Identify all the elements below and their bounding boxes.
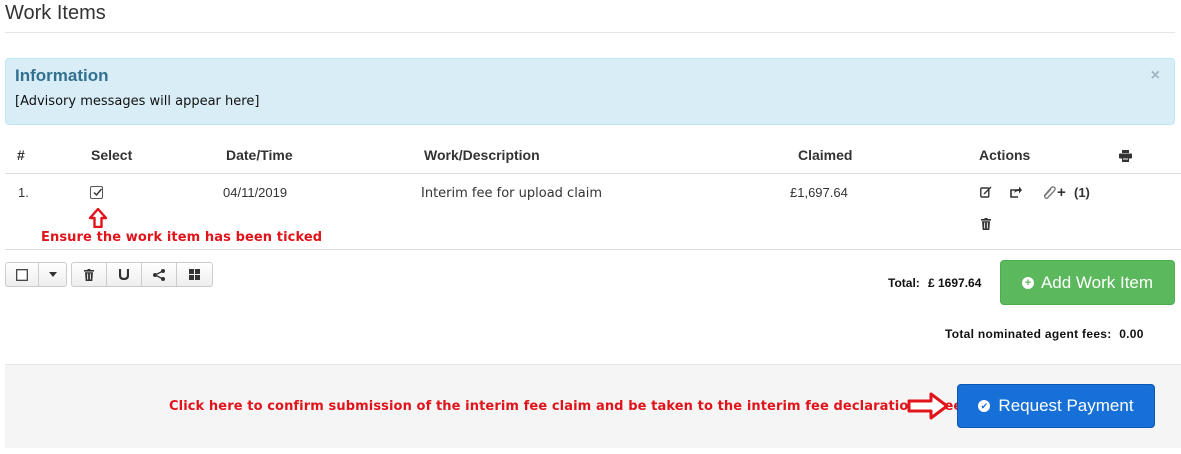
submit-annotation: Click here to confirm submission of the … xyxy=(169,399,972,414)
close-icon[interactable]: × xyxy=(1151,67,1160,85)
annotation-arrow-right-icon xyxy=(907,392,949,425)
total-label: Total: xyxy=(888,276,920,290)
row-datetime: 04/11/2019 xyxy=(223,185,288,200)
row-number: 1. xyxy=(18,185,29,200)
checkmark-icon xyxy=(93,188,103,197)
bulk-delete-button[interactable] xyxy=(72,263,107,286)
table-header-divider xyxy=(5,173,1181,174)
magnet-icon xyxy=(119,269,129,280)
attachment-count: (1) xyxy=(1074,185,1090,200)
bulk-magnet-button[interactable] xyxy=(107,263,142,286)
row-claimed: £1,697.64 xyxy=(790,185,848,200)
total-value: £ 1697.64 xyxy=(928,276,982,290)
select-dropdown-button[interactable] xyxy=(39,263,66,286)
column-header-claimed[interactable]: Claimed xyxy=(798,147,852,163)
column-header-description[interactable]: Work/Description xyxy=(424,147,540,163)
checkbox-icon xyxy=(16,268,28,281)
nominated-fees-value: 0.00 xyxy=(1119,327,1144,341)
table-row-divider xyxy=(5,249,1181,250)
row-select-checkbox[interactable] xyxy=(90,186,103,199)
plus-icon[interactable]: + xyxy=(1057,184,1066,201)
bulk-share-button[interactable] xyxy=(142,263,177,286)
select-all-button[interactable] xyxy=(6,263,39,286)
paperclip-icon[interactable] xyxy=(1041,185,1057,202)
page-title: Work Items xyxy=(5,2,106,24)
print-icon[interactable] xyxy=(1119,149,1132,167)
column-header-datetime[interactable]: Date/Time xyxy=(226,147,293,163)
tick-annotation: Ensure the work item has been ticked xyxy=(41,230,323,245)
bulk-grid-button[interactable] xyxy=(177,263,212,286)
trash-icon[interactable] xyxy=(981,218,991,233)
bulk-action-toolbar xyxy=(71,262,213,287)
add-work-item-label: Add Work Item xyxy=(1040,272,1154,292)
alert-message: [Advisory messages will appear here] xyxy=(15,94,260,109)
grid-icon xyxy=(189,269,200,280)
share-icon[interactable] xyxy=(1009,186,1022,201)
column-header-actions: Actions xyxy=(979,147,1031,163)
nominated-fees-label: Total nominated agent fees: xyxy=(945,327,1112,341)
edit-icon[interactable] xyxy=(980,186,992,201)
request-payment-label: Request Payment xyxy=(998,396,1134,415)
alert-heading: Information xyxy=(15,66,109,85)
caret-down-icon xyxy=(48,272,57,277)
add-work-item-button[interactable]: + Add Work Item xyxy=(1000,260,1175,305)
nominated-fees: Total nominated agent fees: 0.00 xyxy=(945,327,1144,341)
request-payment-button[interactable]: ✔ Request Payment xyxy=(957,384,1155,428)
column-header-select: Select xyxy=(91,147,133,163)
trash-icon xyxy=(84,268,94,281)
plus-circle-icon: + xyxy=(1021,276,1034,289)
title-divider xyxy=(5,32,1175,33)
share-nodes-icon xyxy=(153,268,165,281)
info-alert: Information [Advisory messages will appe… xyxy=(5,58,1175,125)
check-circle-icon: ✔ xyxy=(978,400,991,412)
select-all-group xyxy=(5,262,67,287)
column-header-number: # xyxy=(17,147,25,163)
row-description: Interim fee for upload claim xyxy=(421,186,603,201)
